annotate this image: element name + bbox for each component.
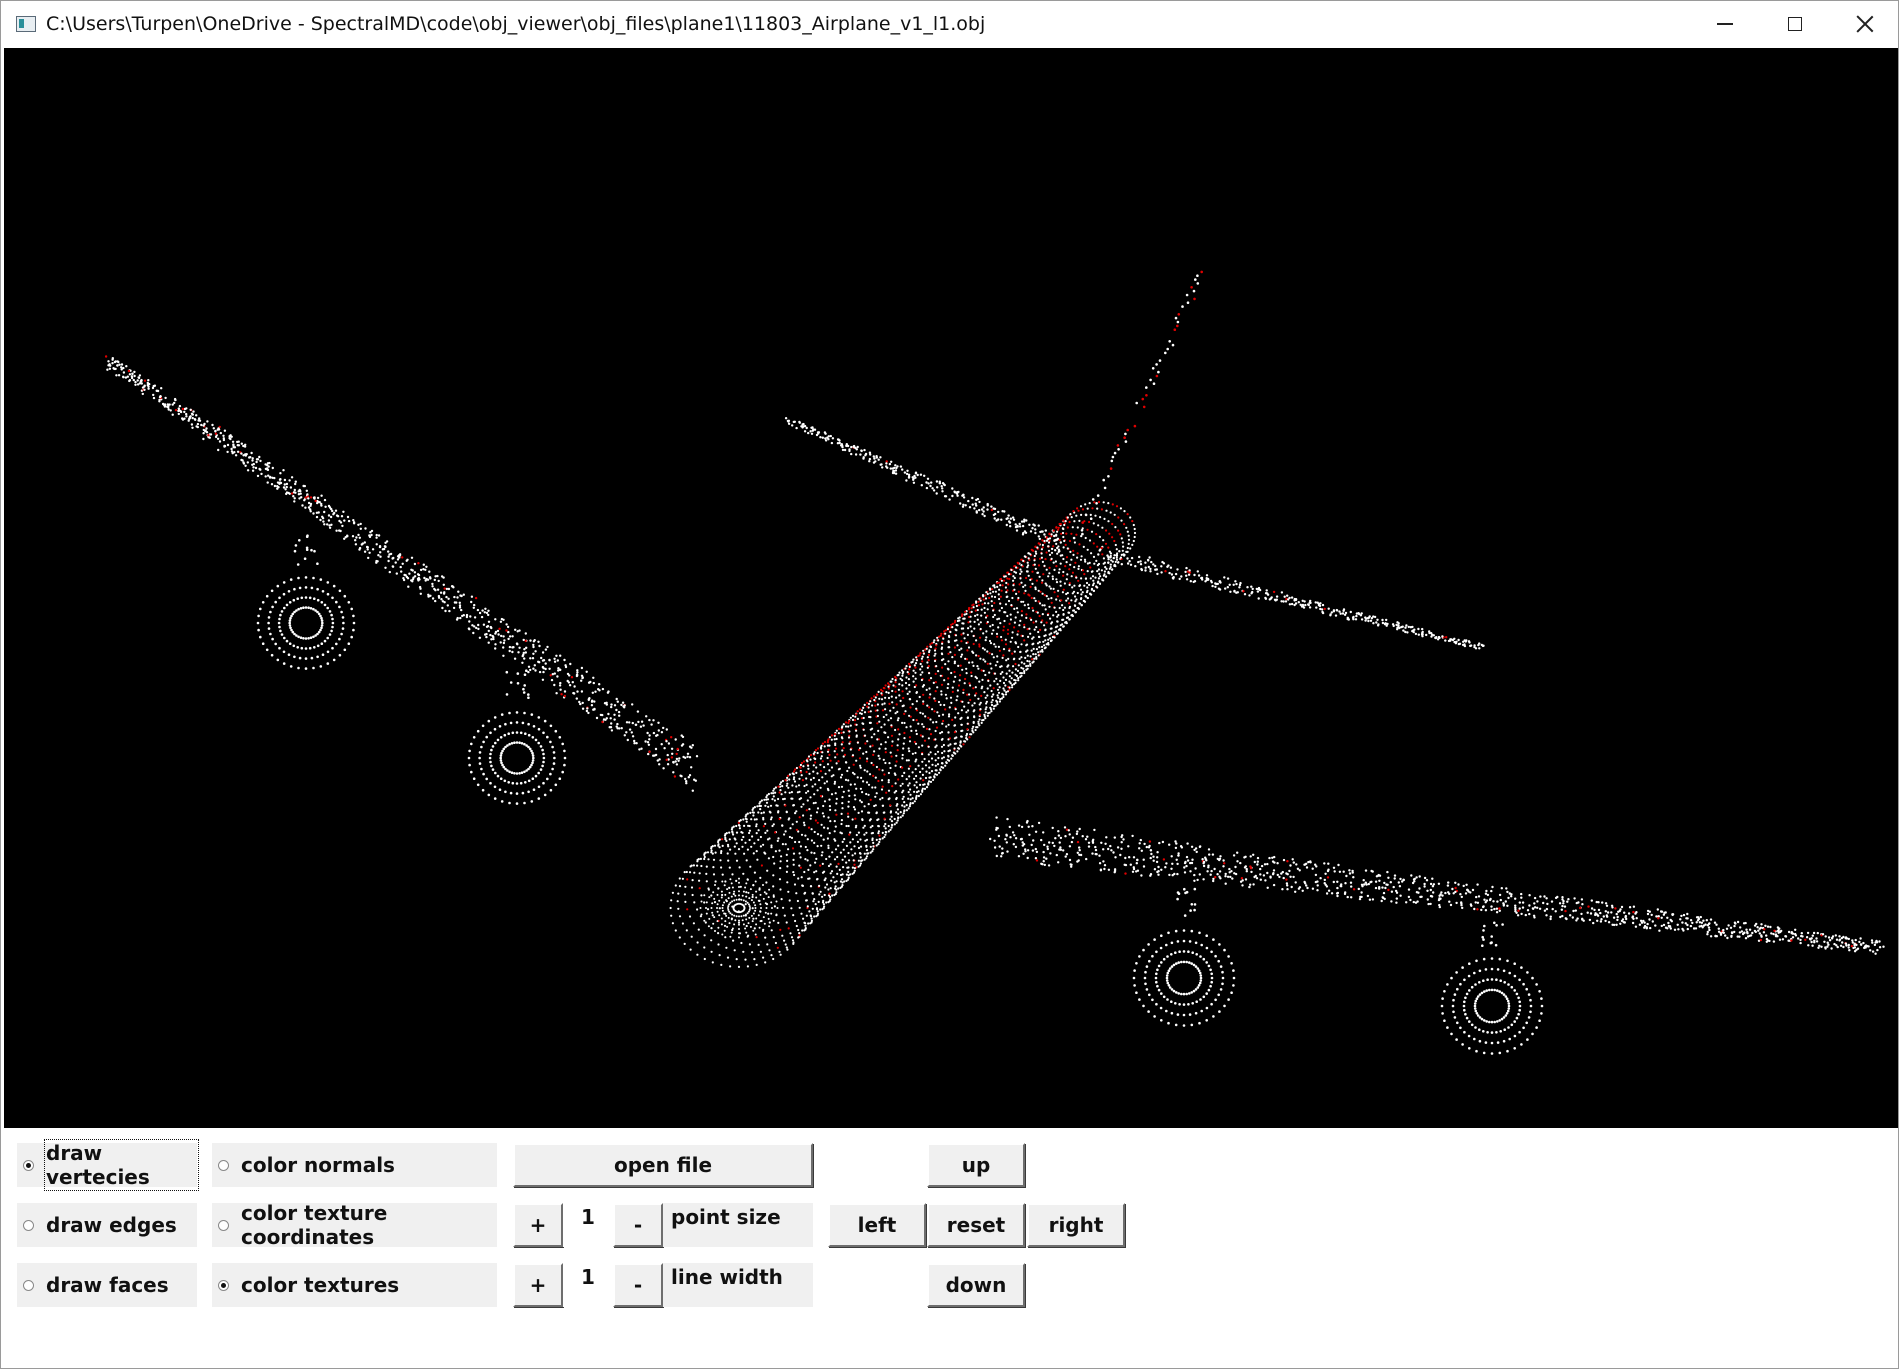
point-size-decrease-button[interactable]: -: [613, 1203, 663, 1247]
minimize-icon: [1717, 23, 1733, 25]
control-panel: draw vertecies draw edges draw faces col…: [1, 1129, 1898, 1368]
point-cloud-layer: [104, 270, 1885, 1055]
line-width-increase-button[interactable]: +: [513, 1263, 563, 1307]
nav-left-button[interactable]: left: [828, 1203, 926, 1247]
maximize-button[interactable]: [1760, 1, 1830, 47]
close-icon: [1856, 15, 1874, 33]
nav-reset-button[interactable]: reset: [927, 1203, 1025, 1247]
radio-color-normals-indicator[interactable]: [218, 1159, 229, 1171]
radio-draw-faces[interactable]: draw faces: [17, 1263, 197, 1307]
radio-color-normals-label: color normals: [241, 1153, 395, 1177]
app-icon: [16, 16, 36, 32]
radio-draw-vertices[interactable]: draw vertecies: [17, 1139, 199, 1191]
minimize-button[interactable]: [1690, 1, 1760, 47]
line-width-value: 1: [563, 1263, 613, 1307]
point-size-label: point size: [663, 1203, 813, 1247]
open-file-button[interactable]: open file: [513, 1143, 813, 1187]
point-size-increase-button[interactable]: +: [513, 1203, 563, 1247]
radio-draw-edges-label: draw edges: [46, 1213, 177, 1237]
radio-draw-faces-label: draw faces: [46, 1273, 169, 1297]
radio-color-normals[interactable]: color normals: [212, 1143, 497, 1187]
window-title: C:\Users\Turpen\OneDrive - SpectralMD\co…: [46, 13, 986, 35]
radio-color-textures-label: color textures: [241, 1273, 400, 1297]
radio-draw-edges[interactable]: draw edges: [17, 1203, 197, 1247]
radio-color-textures[interactable]: color textures: [212, 1263, 497, 1307]
airplane-point-cloud: [104, 270, 1885, 1055]
title-bar[interactable]: C:\Users\Turpen\OneDrive - SpectralMD\co…: [1, 1, 1898, 47]
line-width-label: line width: [663, 1263, 813, 1307]
radio-draw-vertices-label: draw vertecies: [44, 1139, 199, 1191]
line-width-decrease-button[interactable]: -: [613, 1263, 663, 1307]
nav-up-button[interactable]: up: [927, 1143, 1025, 1187]
nav-down-button[interactable]: down: [927, 1263, 1025, 1307]
3d-viewport[interactable]: [4, 48, 1898, 1128]
nav-right-button[interactable]: right: [1027, 1203, 1125, 1247]
maximize-icon: [1788, 17, 1802, 31]
point-size-value: 1: [563, 1203, 613, 1247]
close-button[interactable]: [1830, 1, 1898, 47]
app-window: C:\Users\Turpen\OneDrive - SpectralMD\co…: [0, 0, 1899, 1369]
radio-draw-edges-indicator[interactable]: [23, 1219, 34, 1231]
radio-color-texture-coordinates-label: color texture coordinates: [241, 1201, 388, 1249]
radio-color-texture-coordinates[interactable]: color texture coordinates: [212, 1201, 497, 1249]
radio-draw-faces-indicator[interactable]: [23, 1279, 34, 1291]
radio-color-textures-indicator[interactable]: [218, 1279, 229, 1291]
radio-color-texture-coordinates-indicator[interactable]: [218, 1219, 229, 1231]
radio-draw-vertices-indicator[interactable]: [23, 1159, 34, 1171]
